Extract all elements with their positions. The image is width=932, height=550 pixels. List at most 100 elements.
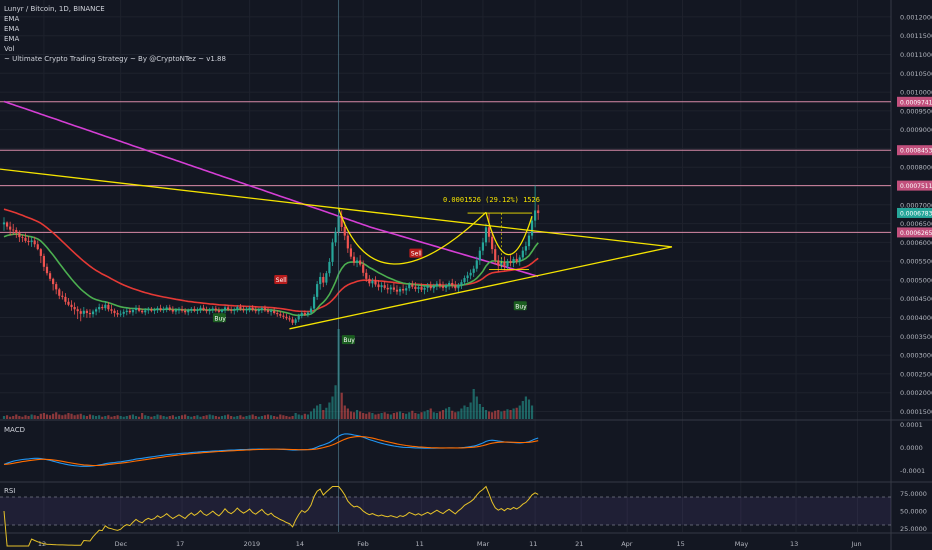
volume-bar <box>359 411 362 419</box>
candle-body <box>174 310 178 312</box>
candle-body <box>153 310 156 311</box>
volume-bar <box>300 415 303 419</box>
candle-body <box>352 256 356 263</box>
candle-body <box>432 285 435 289</box>
candle-body <box>497 260 500 266</box>
candle-body <box>88 313 92 315</box>
candle-body <box>131 310 135 313</box>
volume-bar <box>24 415 27 419</box>
rsi-band-fill <box>0 497 891 525</box>
candle-body <box>5 222 9 227</box>
volume-bar <box>223 415 227 419</box>
volume-bar <box>190 416 193 419</box>
candle-body <box>21 237 24 238</box>
volume-bar <box>448 407 451 419</box>
time-tick-label: Dec <box>115 540 128 548</box>
candle-body <box>377 284 380 288</box>
level-price-label: 0.0007511 <box>900 183 932 190</box>
candle-body <box>487 227 491 237</box>
candle-body <box>343 226 346 236</box>
macd-tick-label: 0.0001 <box>900 421 923 429</box>
candle-body <box>55 284 58 290</box>
volume-bar <box>214 416 217 419</box>
candle-body <box>254 310 257 312</box>
volume-bar <box>530 405 534 419</box>
candle-body <box>171 309 174 312</box>
price-tick-label: 0.0009500 <box>900 107 932 115</box>
volume-bar <box>98 415 101 419</box>
candle-body <box>107 304 110 310</box>
volume-bar <box>316 405 319 419</box>
candle-body <box>27 240 30 243</box>
candle-body <box>417 287 420 289</box>
volume-bar <box>263 415 267 419</box>
volume-bar <box>119 416 122 419</box>
candle-body <box>2 222 6 225</box>
candle-body <box>319 276 322 285</box>
candle-body <box>273 310 276 314</box>
volume-bar <box>463 405 466 419</box>
volume-bar <box>334 385 337 419</box>
candle-body <box>380 285 383 288</box>
volume-bar <box>12 416 15 419</box>
price-tick-label: 0.0011500 <box>900 32 932 40</box>
rsi-tick-label: 25.0000 <box>900 525 927 533</box>
level-price-label: 0.0008453 <box>900 148 932 155</box>
price-tick-label: 0.0008000 <box>900 164 932 172</box>
candle-body <box>239 307 242 309</box>
price-tick-label: 0.0012000 <box>900 13 932 21</box>
volume-bar <box>2 416 6 419</box>
volume-bar <box>150 416 153 419</box>
volume-bar <box>466 407 469 419</box>
candle-body <box>236 307 239 310</box>
volume-bar <box>346 408 349 419</box>
volume-bar <box>355 410 359 419</box>
candle-body <box>73 307 76 310</box>
volume-bar <box>101 416 104 419</box>
candle-body <box>466 275 469 279</box>
volume-bar <box>325 407 328 419</box>
candle-body <box>190 308 193 311</box>
time-tick-label: 15 <box>676 540 684 548</box>
candle-body <box>411 284 414 287</box>
volume-bar <box>165 416 168 419</box>
candle-body <box>217 310 220 312</box>
volume-bar <box>21 416 24 419</box>
candle-body <box>408 284 411 289</box>
price-tick-label: 0.0010500 <box>900 70 932 78</box>
time-tick-label: 11 <box>416 540 424 548</box>
candle-body <box>291 319 294 323</box>
candle-body <box>9 226 12 230</box>
volume-bar <box>276 416 279 419</box>
candle-body <box>306 312 310 315</box>
volume-bar <box>180 415 184 419</box>
volume-bar <box>472 389 475 419</box>
volume-bar <box>312 408 316 419</box>
volume-bar <box>291 416 294 419</box>
chart-canvas[interactable]: 0.0001526 (29.12%) 1526 Buy Sell Buy Sell Buy… <box>0 0 932 550</box>
candle-body <box>30 240 33 243</box>
volume-bar <box>254 416 257 419</box>
time-tick-label: Jun <box>850 540 861 548</box>
time-tick-label: 11 <box>529 540 537 548</box>
time-tick-label: Feb <box>357 540 369 548</box>
time-tick-label: 21 <box>575 540 583 548</box>
volume-bar <box>282 415 285 419</box>
candle-body <box>294 319 297 323</box>
volume-bar <box>285 416 288 419</box>
volume-bar <box>95 416 98 419</box>
candle-body <box>180 309 184 311</box>
candle-body <box>414 286 417 289</box>
volume-bar <box>303 413 306 419</box>
volume-bar <box>405 413 408 419</box>
volume-bar <box>368 412 371 419</box>
volume-bar <box>487 411 491 419</box>
volume-bar <box>460 408 463 419</box>
candle-body <box>230 309 233 311</box>
volume-bar <box>266 414 270 419</box>
price-tick-label: 0.0011000 <box>900 51 932 59</box>
candle-body <box>248 307 251 310</box>
volume-bar <box>469 402 472 419</box>
volume-bar <box>389 414 392 419</box>
volume-bar <box>233 416 236 419</box>
